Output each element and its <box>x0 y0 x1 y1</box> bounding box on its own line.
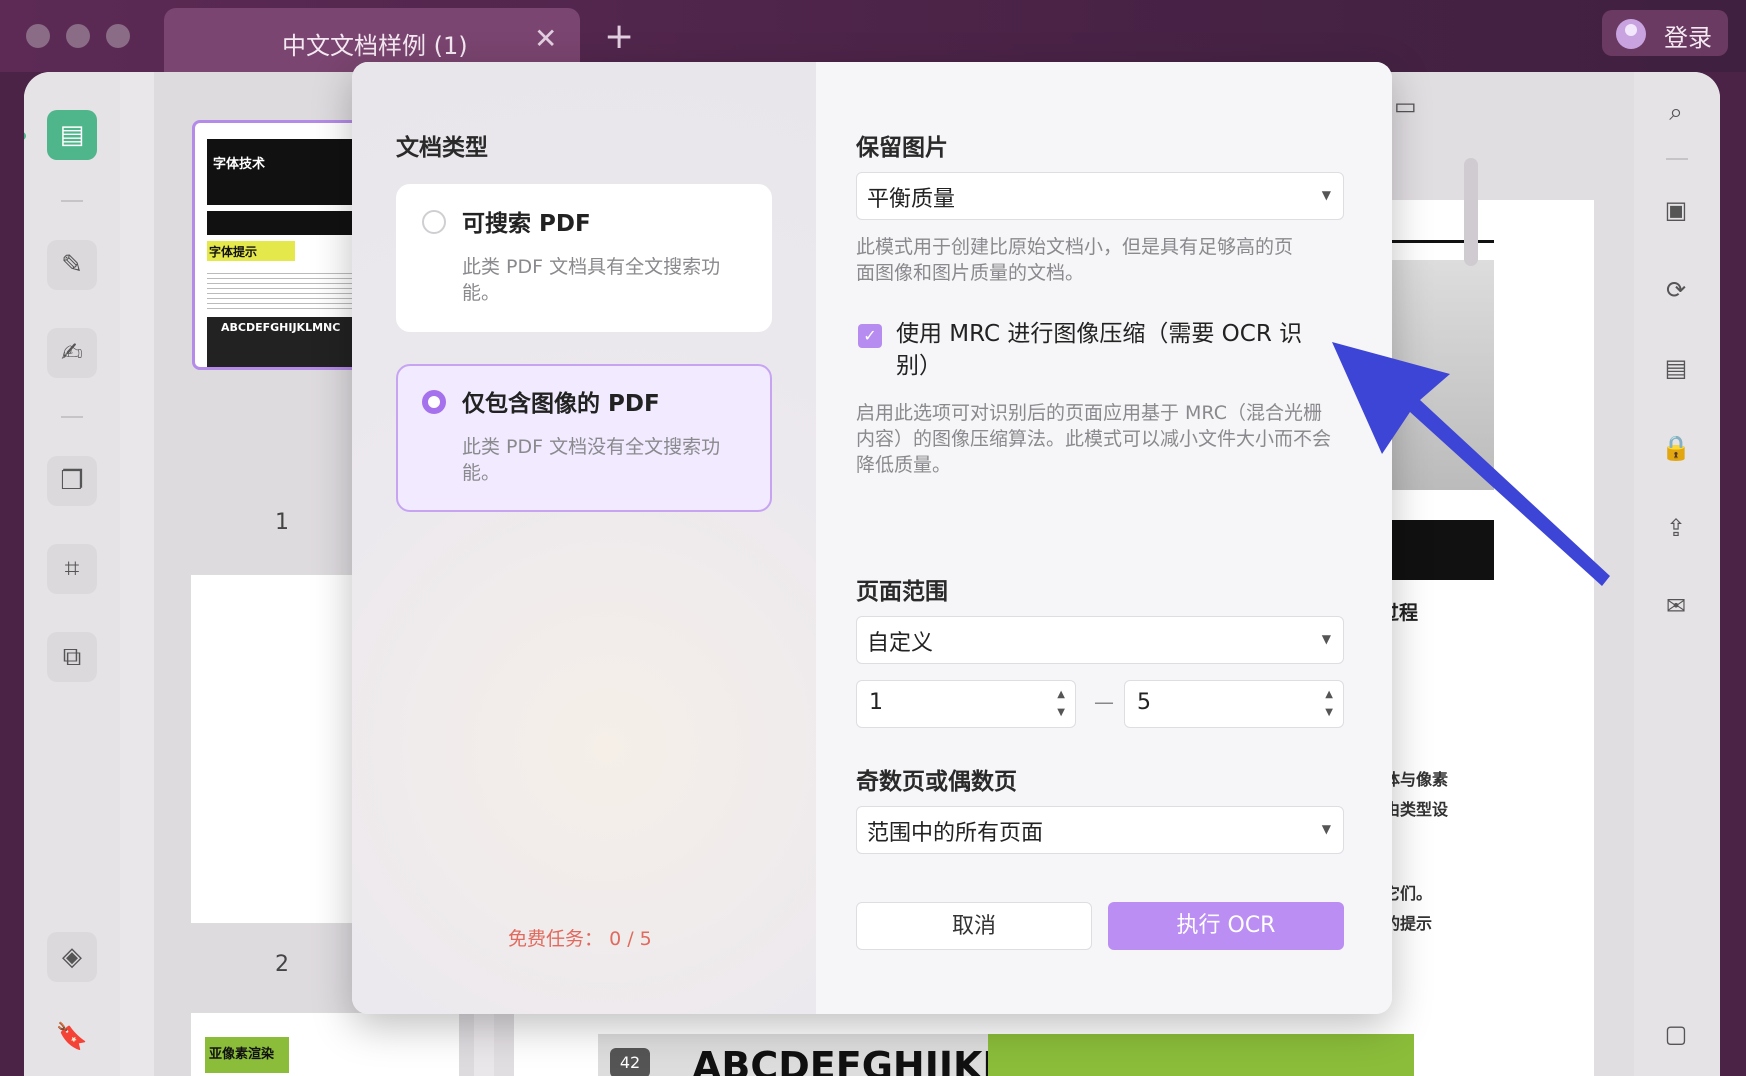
ocr-icon[interactable]: ▣ <box>1656 190 1696 230</box>
left-toolbar: ▤ ✎ ✍ ❐ ⌗ ⧉ ◈ 🔖 <box>24 72 120 1076</box>
page-number-1: 1 <box>275 510 289 535</box>
stepper-value: 5 <box>1137 690 1151 715</box>
keep-images-select[interactable]: 平衡质量 ▼ <box>856 172 1344 220</box>
divider <box>1666 158 1688 160</box>
page-thumbnail-2[interactable] <box>190 574 360 924</box>
bookmark-icon[interactable]: 🔖 <box>47 1012 97 1062</box>
run-ocr-button[interactable]: 执行 OCR <box>1108 902 1344 950</box>
free-tasks-label: 免费任务： <box>508 928 604 950</box>
scrollbar[interactable] <box>1464 158 1478 266</box>
present-icon[interactable]: ▭ <box>1394 92 1417 120</box>
reader-mode-icon[interactable]: ▤ <box>47 110 97 160</box>
chevron-down-icon: ▼ <box>1321 822 1331 836</box>
option-title: 仅包含图像的 PDF <box>462 391 660 417</box>
search-icon[interactable]: ⌕ <box>1656 92 1696 132</box>
tab-title: 中文文档样例 (1) <box>282 32 468 60</box>
stepper-up-icon[interactable]: ▲ <box>1325 689 1333 700</box>
option-title: 可搜索 PDF <box>462 211 591 237</box>
free-tasks: 免费任务： 0 / 5 <box>508 924 652 951</box>
login-button[interactable]: 登录 <box>1602 10 1728 56</box>
thumb-heading: 亚像素渲染 <box>209 1047 275 1062</box>
stepper-down-icon[interactable]: ▼ <box>1057 707 1065 718</box>
minimize-window-button[interactable] <box>66 24 90 48</box>
keep-images-hint: 此模式用于创建比原始文档小，但是具有足够高的页面图像和图片质量的文档。 <box>856 236 1294 284</box>
close-tab-icon[interactable]: ✕ <box>534 22 557 55</box>
select-value: 范围中的所有页面 <box>867 821 1044 846</box>
range-dash: — <box>1094 690 1114 714</box>
highlighter-icon[interactable]: ✎ <box>47 240 97 290</box>
thumb-heading: 字体技术 <box>213 157 266 172</box>
keep-images-heading: 保留图片 <box>856 135 948 161</box>
edit-pdf-icon[interactable]: ✍ <box>47 328 97 378</box>
right-toolbar: ⌕ ▣ ⟳ ▤ 🔒 ⇪ ✉ ▢ <box>1634 72 1720 1076</box>
dialog-left-pane: 文档类型 可搜索 PDF 此类 PDF 文档具有全文搜索功能。 仅包含图像的 P… <box>352 62 816 1014</box>
mrc-hint: 启用此选项可对识别后的页面应用基于 MRC（混合光栅内容）的图像压缩算法。此模式… <box>856 402 1332 476</box>
page-thumbnail-3[interactable]: 亚像素渲染 <box>190 1012 460 1076</box>
pdfa-icon[interactable]: ▤ <box>1656 348 1696 388</box>
organize-pages-icon[interactable]: ❐ <box>47 456 97 506</box>
chevron-down-icon: ▼ <box>1321 632 1331 646</box>
mrc-checkbox[interactable]: ✓ <box>858 324 882 348</box>
badge: 42 <box>610 1048 650 1076</box>
page-range-select[interactable]: 自定义 ▼ <box>856 616 1344 664</box>
range-to-stepper[interactable]: 5 ▲ ▼ <box>1124 680 1344 728</box>
option-image-only-pdf[interactable]: 仅包含图像的 PDF 此类 PDF 文档没有全文搜索功能。 <box>396 364 772 512</box>
login-label: 登录 <box>1664 24 1712 52</box>
annotation-arrow-icon <box>1332 342 1610 586</box>
select-value: 平衡质量 <box>867 187 956 212</box>
dialog-right-pane: 保留图片 平衡质量 ▼ 此模式用于创建比原始文档小，但是具有足够高的页面图像和图… <box>816 62 1392 1014</box>
comment-icon[interactable]: ▢ <box>1656 1014 1696 1054</box>
page-thumbnail-1[interactable]: 字体技术 字体提示 ABCDEFGHIJKLMNC <box>192 120 372 370</box>
radio-image-only[interactable] <box>422 390 446 414</box>
stepper-value: 1 <box>869 690 883 715</box>
thumb-subheading: 字体提示 <box>209 245 258 259</box>
mrc-label: 使用 MRC 进行图像压缩（需要 OCR 识别） <box>896 321 1303 379</box>
option-searchable-pdf[interactable]: 可搜索 PDF 此类 PDF 文档具有全文搜索功能。 <box>396 184 772 332</box>
protect-icon[interactable]: 🔒 <box>1656 428 1696 468</box>
crop-icon[interactable]: ⌗ <box>47 544 97 594</box>
thumb-sample: ABCDEFGHIJKLMNC <box>221 321 341 334</box>
zoom-window-button[interactable] <box>106 24 130 48</box>
divider <box>61 200 83 202</box>
odd-even-select[interactable]: 范围中的所有页面 ▼ <box>856 806 1344 854</box>
page-range-heading: 页面范围 <box>856 579 948 605</box>
stepper-up-icon[interactable]: ▲ <box>1057 689 1065 700</box>
mail-icon[interactable]: ✉ <box>1656 586 1696 626</box>
radio-searchable[interactable] <box>422 210 446 234</box>
avatar-icon <box>1616 19 1646 49</box>
divider <box>61 416 83 418</box>
page-number-2: 2 <box>275 952 289 977</box>
range-from-stepper[interactable]: 1 ▲ ▼ <box>856 680 1076 728</box>
new-tab-button[interactable]: + <box>604 16 634 57</box>
select-value: 自定义 <box>867 631 934 656</box>
doc-type-heading: 文档类型 <box>396 135 488 161</box>
ocr-dialog: 文档类型 可搜索 PDF 此类 PDF 文档具有全文搜索功能。 仅包含图像的 P… <box>352 62 1392 1014</box>
cancel-button[interactable]: 取消 <box>856 902 1092 950</box>
convert-icon[interactable]: ⧉ <box>47 632 97 682</box>
free-tasks-value: 0 / 5 <box>609 928 652 950</box>
odd-even-heading: 奇数页或偶数页 <box>856 769 1017 795</box>
layers-icon[interactable]: ◈ <box>47 932 97 982</box>
share-icon[interactable]: ⇪ <box>1656 508 1696 548</box>
chevron-down-icon: ▼ <box>1321 188 1331 202</box>
active-indicator <box>24 132 26 140</box>
convert-file-icon[interactable]: ⟳ <box>1656 270 1696 310</box>
option-desc: 此类 PDF 文档没有全文搜索功能。 <box>462 436 721 484</box>
close-window-button[interactable] <box>26 24 50 48</box>
option-desc: 此类 PDF 文档具有全文搜索功能。 <box>462 256 721 304</box>
stepper-down-icon[interactable]: ▼ <box>1325 707 1333 718</box>
